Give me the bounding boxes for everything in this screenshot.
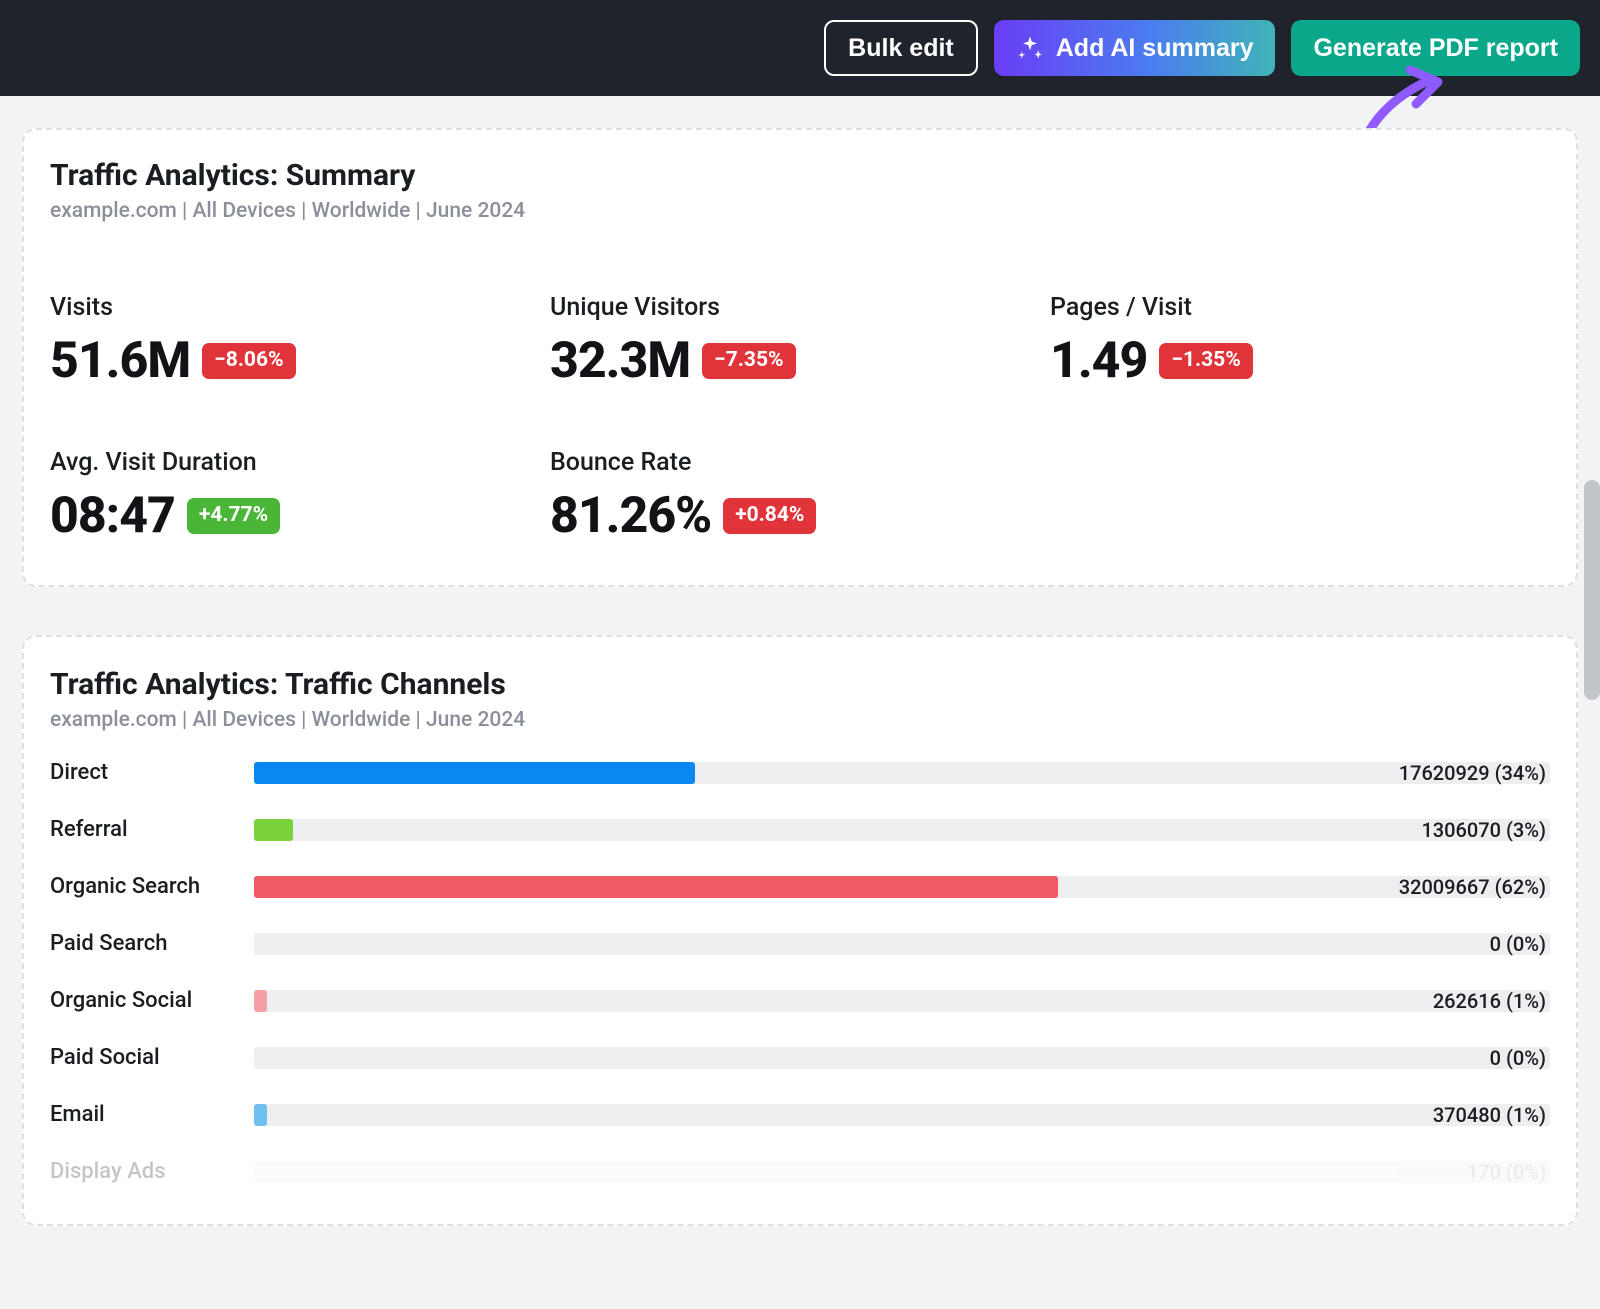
channel-bar-fill — [254, 876, 1058, 898]
channel-value: 32009667 (62%) — [1399, 875, 1546, 899]
metric-label: Visits — [50, 293, 550, 322]
channel-row: Paid Social 0 (0%) — [50, 1045, 1550, 1070]
channel-name: Paid Search — [50, 931, 250, 956]
channel-row: Direct 17620929 (34%) — [50, 760, 1550, 785]
channel-bar: 170 (0%) — [254, 1161, 1550, 1183]
channel-bar-fill — [254, 1104, 267, 1126]
channel-bar: 0 (0%) — [254, 933, 1550, 955]
add-ai-summary-label: Add AI summary — [1056, 34, 1254, 63]
scrollbar-thumb[interactable] — [1584, 480, 1600, 700]
summary-card: Traffic Analytics: Summary example.com |… — [22, 128, 1578, 587]
channels-title: Traffic Analytics: Traffic Channels — [50, 667, 1550, 702]
channels-list: Direct 17620929 (34%) Referral 1306070 (3%)… — [50, 760, 1550, 1184]
metric-bounce-rate: Bounce Rate 81.26% +0.84% — [550, 448, 1050, 545]
channel-name: Display Ads — [50, 1159, 250, 1184]
metric-label: Unique Visitors — [550, 293, 1050, 322]
metric-value: 81.26% — [550, 487, 711, 545]
channel-value: 17620929 (34%) — [1399, 761, 1546, 785]
metric-label: Avg. Visit Duration — [50, 448, 550, 477]
metric-unique-visitors: Unique Visitors 32.3M −7.35% — [550, 293, 1050, 390]
metric-avg-visit-duration: Avg. Visit Duration 08:47 +4.77% — [50, 448, 550, 545]
page-content: Traffic Analytics: Summary example.com |… — [0, 96, 1600, 1226]
metric-pages-per-visit: Pages / Visit 1.49 −1.35% — [1050, 293, 1550, 390]
channel-value: 0 (0%) — [1490, 932, 1546, 956]
metric-delta-badge: −1.35% — [1159, 343, 1252, 378]
metric-delta-badge: +0.84% — [723, 498, 816, 533]
channel-bar: 1306070 (3%) — [254, 819, 1550, 841]
metric-value: 51.6M — [50, 332, 190, 390]
channel-row: Organic Social 262616 (1%) — [50, 988, 1550, 1013]
channel-name: Organic Social — [50, 988, 250, 1013]
add-ai-summary-button[interactable]: Add AI summary — [994, 20, 1276, 76]
channel-row: Referral 1306070 (3%) — [50, 817, 1550, 842]
channel-bar: 32009667 (62%) — [254, 876, 1550, 898]
topbar: Bulk edit Add AI summary Generate PDF re… — [0, 0, 1600, 96]
metric-delta-badge: −7.35% — [702, 343, 795, 378]
channel-bar: 262616 (1%) — [254, 990, 1550, 1012]
channel-name: Email — [50, 1102, 250, 1127]
generate-pdf-button[interactable]: Generate PDF report — [1291, 20, 1580, 76]
summary-metrics: Visits 51.6M −8.06% Unique Visitors 32.3… — [50, 293, 1550, 545]
metric-value: 1.49 — [1050, 332, 1147, 390]
channel-bar: 370480 (1%) — [254, 1104, 1550, 1126]
summary-subtitle: example.com | All Devices | Worldwide | … — [50, 199, 1550, 223]
channels-card: Traffic Analytics: Traffic Channels exam… — [22, 635, 1578, 1226]
summary-title: Traffic Analytics: Summary — [50, 158, 1550, 193]
channel-value: 1306070 (3%) — [1421, 818, 1546, 842]
channel-name: Direct — [50, 760, 250, 785]
channel-value: 262616 (1%) — [1433, 989, 1546, 1013]
channel-value: 170 (0%) — [1467, 1160, 1546, 1184]
channel-name: Paid Social — [50, 1045, 250, 1070]
channel-name: Organic Search — [50, 874, 250, 899]
channel-bar-fill — [254, 819, 293, 841]
channel-row: Display Ads 170 (0%) — [50, 1159, 1550, 1184]
channel-value: 370480 (1%) — [1433, 1103, 1546, 1127]
channel-row: Email 370480 (1%) — [50, 1102, 1550, 1127]
channel-value: 0 (0%) — [1490, 1046, 1546, 1070]
bulk-edit-button[interactable]: Bulk edit — [824, 20, 978, 76]
channels-subtitle: example.com | All Devices | Worldwide | … — [50, 708, 1550, 732]
metric-visits: Visits 51.6M −8.06% — [50, 293, 550, 390]
metric-value: 08:47 — [50, 487, 175, 545]
channel-row: Organic Search 32009667 (62%) — [50, 874, 1550, 899]
channel-row: Paid Search 0 (0%) — [50, 931, 1550, 956]
metric-delta-badge: +4.77% — [187, 498, 280, 533]
metric-value: 32.3M — [550, 332, 690, 390]
channel-bar-fill — [254, 990, 267, 1012]
channel-bar: 17620929 (34%) — [254, 762, 1550, 784]
metric-label: Pages / Visit — [1050, 293, 1550, 322]
metric-delta-badge: −8.06% — [202, 343, 295, 378]
channel-bar: 0 (0%) — [254, 1047, 1550, 1069]
channel-bar-fill — [254, 762, 695, 784]
metric-label: Bounce Rate — [550, 448, 1050, 477]
channel-name: Referral — [50, 817, 250, 842]
sparkle-icon — [1016, 34, 1044, 62]
